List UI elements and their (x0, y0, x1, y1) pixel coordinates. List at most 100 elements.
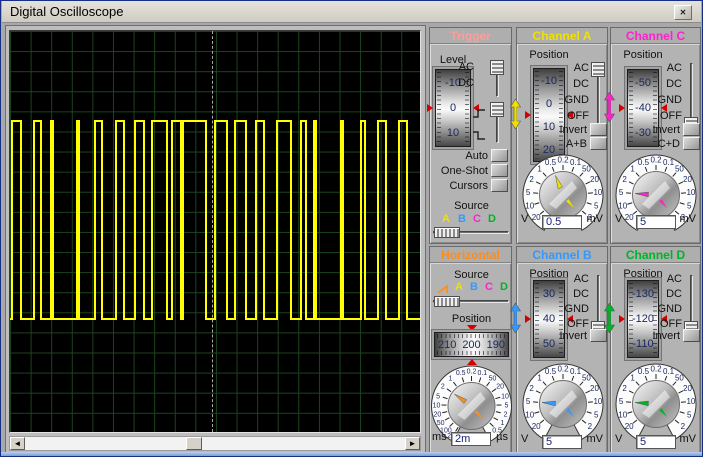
svg-text:0.5: 0.5 (545, 158, 557, 167)
source-b-label: B (470, 281, 478, 293)
cursors-button[interactable] (491, 179, 508, 192)
channel-c-coupling-slider[interactable] (683, 62, 700, 132)
svg-text:20: 20 (496, 383, 504, 390)
off-label: OFF (567, 110, 589, 122)
channel-a-sum-button[interactable] (590, 137, 607, 150)
channel-a-value[interactable]: 0.5 (542, 215, 582, 229)
gauge-label: 30 (542, 287, 556, 300)
svg-text:10: 10 (686, 188, 695, 197)
off-label: OFF (660, 318, 682, 330)
horizontal-source-slider[interactable] (433, 296, 509, 308)
auto-button[interactable] (491, 149, 508, 162)
invert-label: Invert (559, 124, 587, 136)
channel-d-value[interactable]: 5 (636, 435, 676, 449)
svg-text:0.1: 0.1 (663, 367, 675, 376)
svg-text:0.1: 0.1 (570, 158, 582, 167)
time-cursor[interactable] (212, 31, 213, 432)
gauge-label: 10 (446, 127, 460, 140)
title-bar[interactable]: Digital Oscilloscope ✕ (2, 1, 701, 23)
channel-c-sum-button[interactable] (683, 137, 700, 150)
off-label: OFF (567, 318, 589, 330)
gauge-label: 0 (545, 97, 553, 110)
svg-text:1: 1 (537, 164, 542, 173)
svg-text:10: 10 (525, 410, 534, 419)
svg-text:10: 10 (618, 201, 627, 210)
trigger-source-slider[interactable] (433, 227, 509, 239)
svg-text:2: 2 (588, 422, 593, 431)
channel-b-panel: Channel B Position 30 40 50 AC DC GND OF… (510, 246, 608, 454)
gauge-marker-left (619, 104, 625, 112)
source-a-label: A (442, 213, 450, 225)
scroll-left-button[interactable]: ◄ (10, 437, 25, 450)
svg-text:1: 1 (448, 376, 452, 383)
gauge-label: 210 (437, 338, 457, 351)
horizontal-title: Horizontal (430, 247, 511, 264)
right-arrow-icon: ► (408, 439, 417, 448)
gnd-label: GND (564, 94, 589, 106)
channel-a-invert-button[interactable] (590, 123, 607, 136)
horizontal-position-gauge[interactable]: 210 200 190 (434, 332, 509, 357)
dc-label: DC (573, 78, 589, 90)
switch-knob[interactable] (490, 60, 504, 75)
svg-text:5: 5 (436, 393, 440, 400)
position-label: Position (529, 49, 569, 61)
svg-text:2: 2 (504, 411, 508, 418)
svg-text:2: 2 (441, 383, 445, 390)
mv-unit-label: mV (586, 433, 604, 445)
close-icon: ✕ (679, 8, 687, 17)
svg-text:0.2: 0.2 (650, 365, 662, 374)
gauge-marker-left (525, 111, 531, 119)
ac-label: AC (573, 273, 589, 285)
switch-knob[interactable] (490, 102, 504, 117)
timebase-value[interactable]: 2m (451, 432, 491, 446)
one-shot-button[interactable] (491, 164, 508, 177)
svg-text:50: 50 (437, 420, 445, 427)
source-label: Source (454, 269, 489, 281)
slider-knob[interactable] (434, 227, 460, 238)
channel-d-title: Channel D (611, 247, 700, 264)
dc-label: DC (666, 78, 682, 90)
horizontal-panel: Horizontal Source A B C D Position 210 2… (429, 246, 512, 454)
slider-knob[interactable] (591, 62, 605, 77)
svg-text:5: 5 (526, 397, 531, 406)
channel-c-value[interactable]: 5 (636, 215, 676, 229)
horizontal-scrollbar[interactable]: ◄ ► (9, 436, 421, 451)
gnd-label: GND (657, 94, 682, 106)
trigger-panel: Trigger Level -10 0 10 AC DC Auto One-Sh… (427, 27, 512, 244)
off-label: OFF (660, 110, 682, 122)
svg-text:0.1: 0.1 (663, 158, 675, 167)
svg-text:20: 20 (625, 213, 634, 222)
dc-label: DC (458, 77, 474, 89)
one-shot-label: One-Shot (440, 165, 488, 177)
dc-label: DC (573, 288, 589, 300)
channel-c-position-arrow[interactable] (604, 92, 615, 124)
ac-label: AC (666, 273, 682, 285)
svg-text:50: 50 (489, 376, 497, 383)
channel-a-title: Channel A (517, 28, 607, 45)
channel-d-invert-button[interactable] (683, 329, 700, 342)
cursors-label: Cursors (449, 180, 488, 192)
gauge-marker-top (467, 325, 477, 331)
channel-c-invert-button[interactable] (683, 123, 700, 136)
svg-text:10: 10 (593, 397, 602, 406)
channel-d-panel: Channel D Position -130 -120 -110 AC DC … (604, 246, 701, 454)
oscilloscope-window: Digital Oscilloscope ✕ ◄ ► Trigger Level… (0, 0, 703, 457)
scroll-right-button[interactable]: ► (405, 437, 420, 450)
svg-text:20: 20 (683, 384, 692, 393)
scope-screen[interactable] (9, 30, 421, 433)
sum-label: C+D (657, 138, 680, 150)
trigger-edge-switch[interactable] (489, 102, 506, 144)
svg-text:0.2: 0.2 (557, 156, 569, 165)
slider-knob[interactable] (434, 296, 460, 307)
falling-edge-icon (472, 127, 486, 145)
close-button[interactable]: ✕ (674, 5, 692, 20)
svg-text:20: 20 (532, 213, 541, 222)
channel-b-value[interactable]: 5 (542, 435, 582, 449)
svg-text:10: 10 (501, 393, 509, 400)
scroll-thumb[interactable] (186, 437, 202, 450)
trigger-coupling-switch[interactable] (489, 60, 506, 98)
channel-d-coupling-slider[interactable] (683, 274, 700, 336)
mv-unit-label: mV (586, 213, 604, 225)
mv-unit-label: mV (679, 433, 697, 445)
svg-text:20: 20 (590, 384, 599, 393)
